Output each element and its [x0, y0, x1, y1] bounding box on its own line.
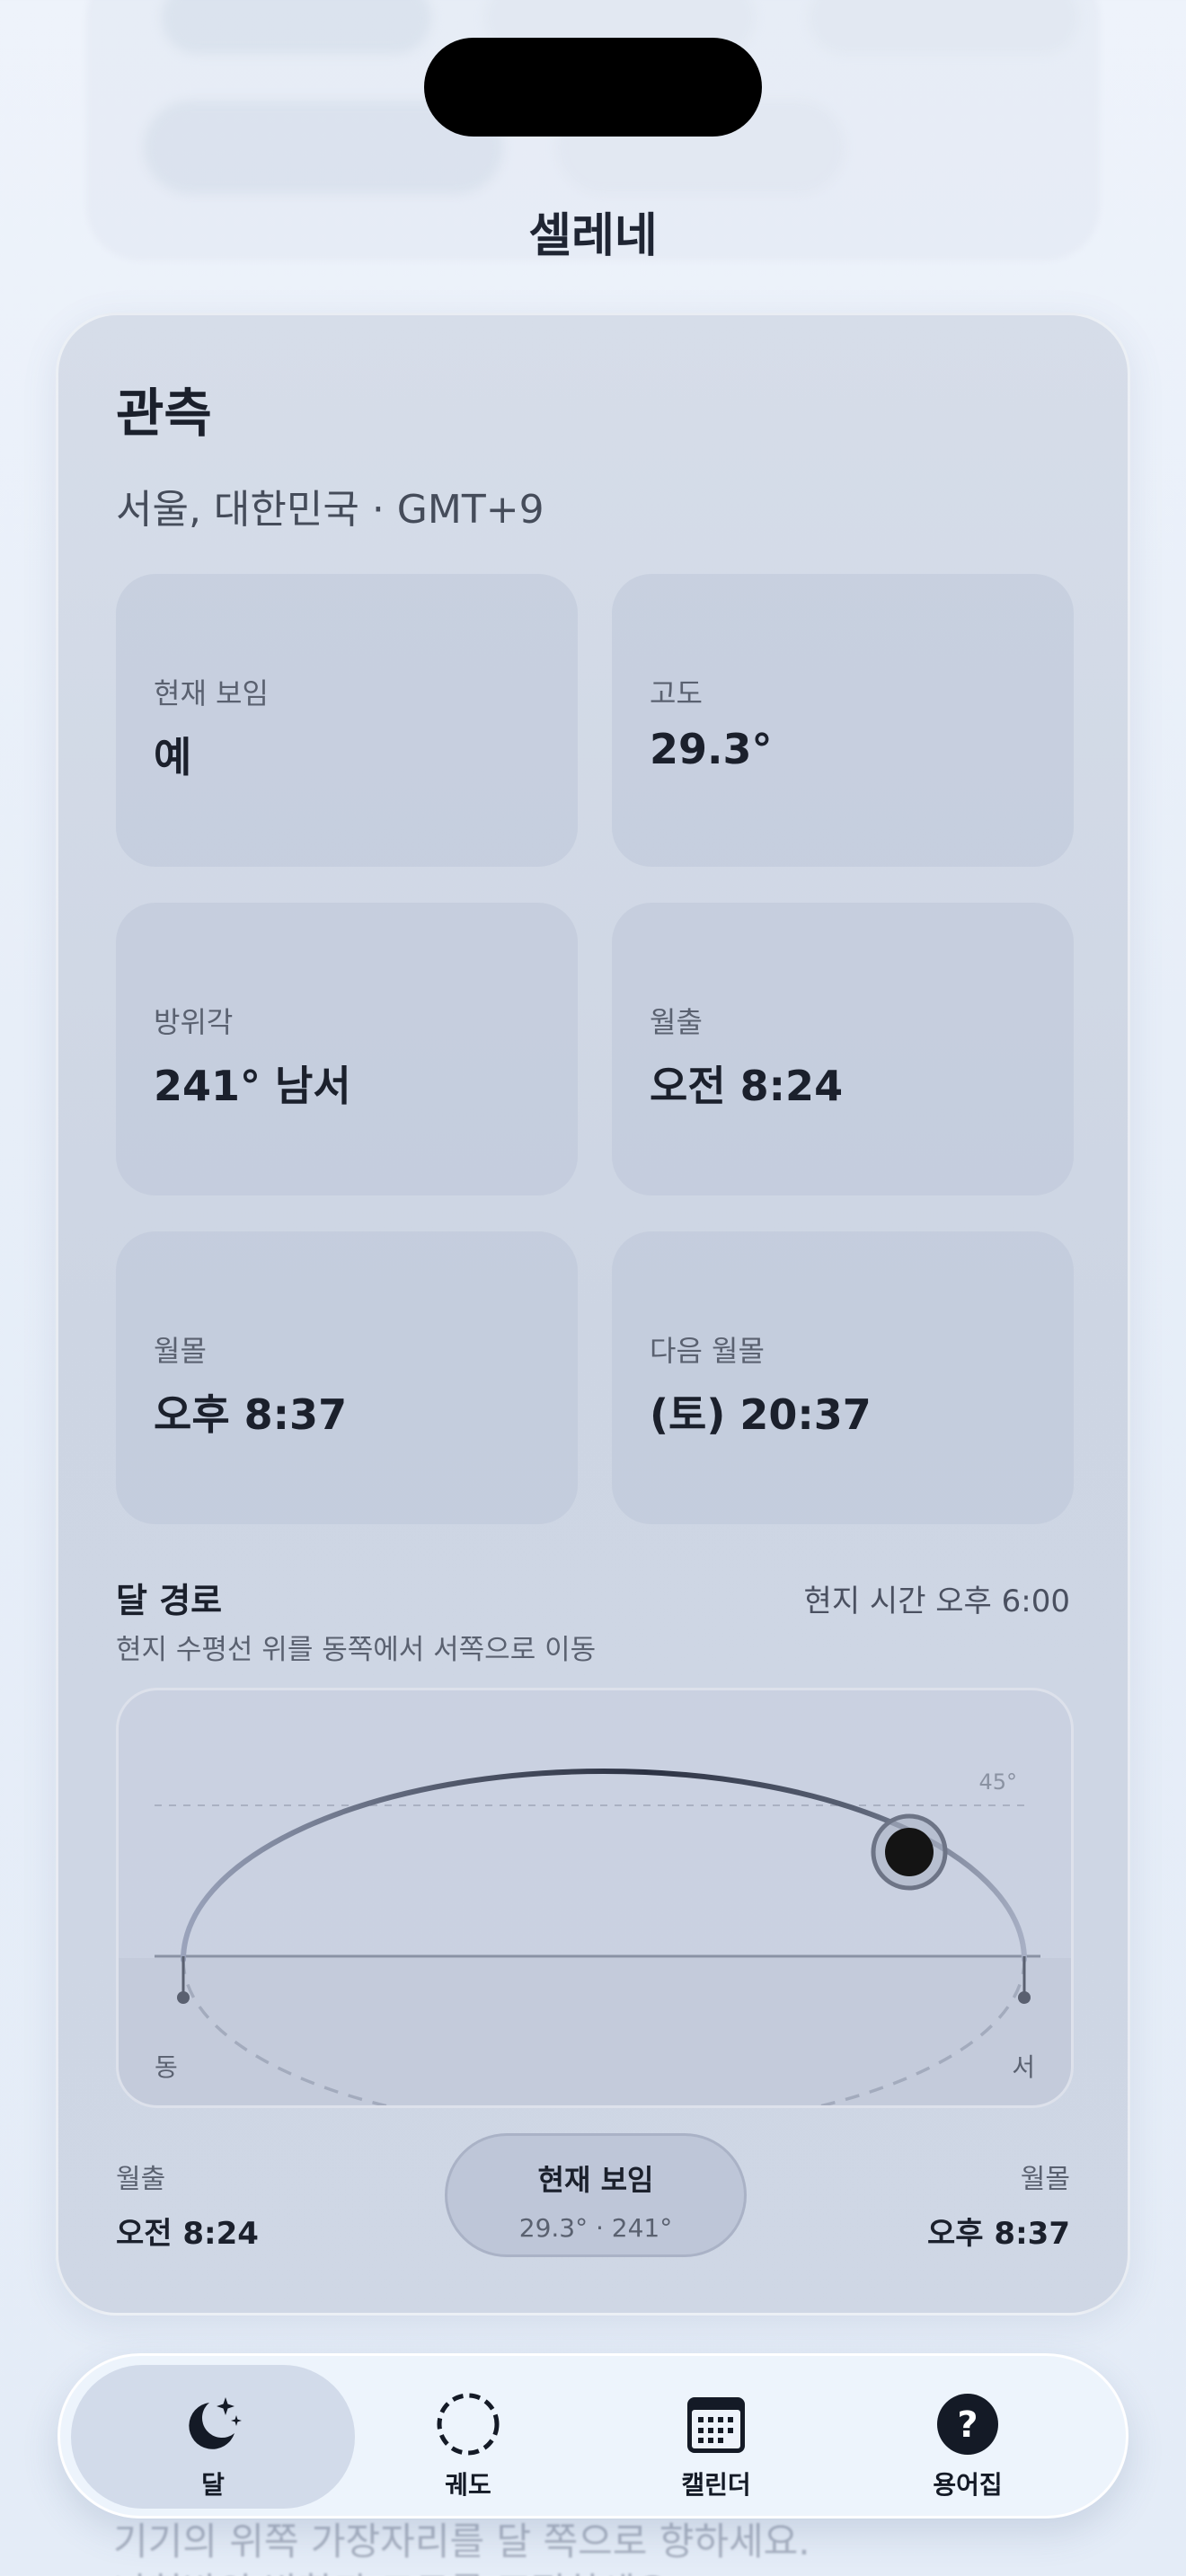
- tile-label: 방위각: [154, 1005, 234, 1039]
- tile-azimuth: 방위각 241° 남서: [116, 903, 578, 1195]
- local-time: 현지 시간 오후 6:00: [803, 1584, 1070, 1619]
- moon-path-title: 달 경로: [116, 1581, 223, 1620]
- moon-stars-icon: [189, 2397, 242, 2449]
- current-visibility-pill: 현재 보임 29.3° · 241°: [445, 2133, 747, 2257]
- panel-title: 관측: [116, 383, 212, 444]
- east-label: 동: [155, 2052, 178, 2082]
- background-chip: [162, 0, 431, 54]
- question-circle-icon: ?: [937, 2394, 998, 2455]
- tab-label: 달: [201, 2470, 225, 2500]
- svg-text:?: ?: [957, 2404, 978, 2446]
- west-label: 서: [1012, 2052, 1035, 2082]
- tile-moonrise: 월출 오전 8:24: [612, 903, 1074, 1195]
- tile-value: (토) 20:37: [650, 1390, 872, 1439]
- observation-panel: 관측 서울, 대한민국 · GMT+9 현재 보임 예 고도 29.3° 방위각…: [56, 313, 1130, 2316]
- background-hint-line2: 나침반의 방향과 고도를 조정하세요.: [113, 2562, 682, 2576]
- below-horizon-shade: [119, 1958, 1071, 2105]
- tab-bar: 달 궤도 캘린더 ? 용어집: [58, 2353, 1128, 2519]
- tile-value: 29.3°: [650, 725, 773, 773]
- tile-label: 현재 보임: [154, 676, 269, 710]
- tab-glossary[interactable]: ? 용어집: [826, 2365, 1110, 2509]
- background-chip: [809, 0, 1078, 54]
- tile-label: 다음 월몰: [650, 1334, 765, 1368]
- orbit-dashed-circle-icon: [437, 2393, 500, 2456]
- tile-next-moonset: 다음 월몰 (토) 20:37: [612, 1231, 1074, 1524]
- dynamic-island: [424, 38, 762, 137]
- location-subtitle: 서울, 대한민국 · GMT+9: [116, 487, 544, 533]
- tile-altitude: 고도 29.3°: [612, 574, 1074, 867]
- current-visibility-detail: 29.3° · 241°: [518, 2213, 673, 2243]
- moonrise-summary: 월출 오전 8:24: [116, 2157, 259, 2253]
- moon-path-subtitle: 현지 수평선 위를 동쪽에서 서쪽으로 이동: [116, 1634, 597, 1666]
- app-title: 셀레네: [528, 209, 658, 263]
- tab-label: 캘린더: [681, 2470, 751, 2500]
- tab-calendar[interactable]: 캘린더: [574, 2365, 858, 2509]
- moonset-label: 월몰: [1020, 2164, 1070, 2195]
- tile-label: 월출: [650, 1005, 703, 1039]
- background-hint-line1: 기기의 위쪽 가장자리를 달 쪽으로 향하세요.: [113, 2519, 810, 2563]
- tile-label: 고도: [650, 676, 703, 710]
- tab-label: 용어집: [933, 2470, 1003, 2500]
- east-marker: [177, 1991, 190, 2004]
- tab-moon[interactable]: 달: [71, 2365, 355, 2509]
- west-marker: [1018, 1991, 1031, 2004]
- current-visibility-title: 현재 보임: [537, 2163, 654, 2197]
- calendar-icon: [687, 2397, 745, 2453]
- moonrise-value: 오전 8:24: [116, 2216, 259, 2252]
- moon-path-svg: [119, 1769, 1071, 2105]
- tile-value: 예: [154, 733, 192, 781]
- tile-label: 월몰: [154, 1334, 207, 1368]
- moonset-value: 오후 8:37: [927, 2216, 1070, 2252]
- tile-moonset: 월몰 오후 8:37: [116, 1231, 578, 1524]
- moonset-summary: 월몰 오후 8:37: [927, 2157, 1070, 2253]
- tab-label: 궤도: [445, 2470, 491, 2500]
- altitude-45-label: 45°: [978, 1769, 1017, 1795]
- tile-value: 241° 남서: [154, 1062, 351, 1110]
- tile-value: 오후 8:37: [154, 1390, 348, 1439]
- moon-path-diagram: 45° 동 서: [116, 1688, 1074, 2108]
- tile-visible-now: 현재 보임 예: [116, 574, 578, 867]
- tab-orbit[interactable]: 궤도: [326, 2365, 610, 2509]
- tile-value: 오전 8:24: [650, 1062, 844, 1110]
- moonrise-label: 월출: [116, 2164, 166, 2195]
- moon-icon: [885, 1828, 934, 1876]
